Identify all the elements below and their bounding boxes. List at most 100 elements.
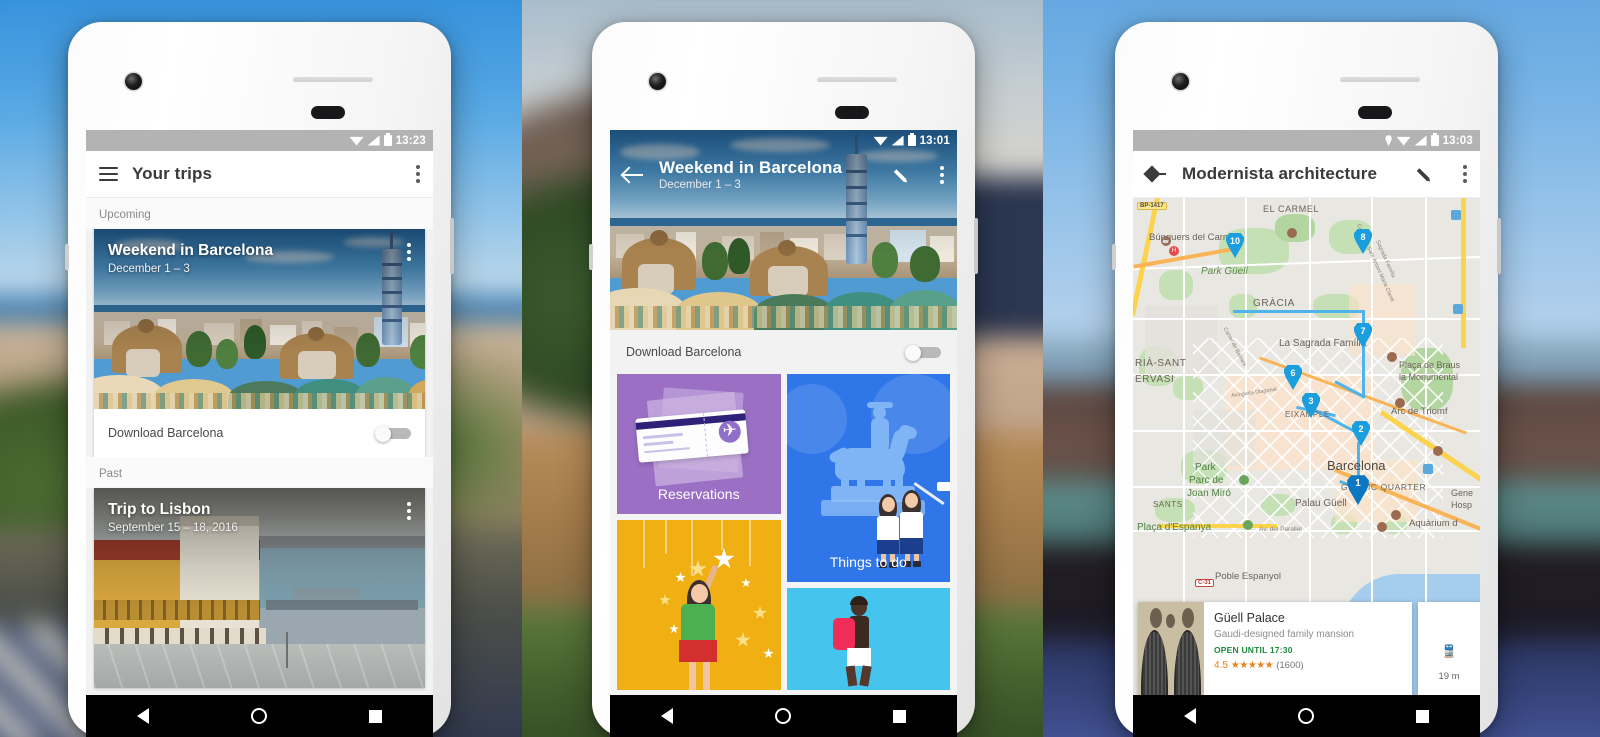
marker-number: 3 — [1308, 395, 1314, 406]
marker-number: 8 — [1360, 231, 1366, 242]
tile-stars[interactable] — [617, 520, 781, 690]
sensor-bar — [311, 106, 345, 119]
map-label: Av. del Parallel — [1259, 526, 1302, 533]
android-nav-bar-1 — [86, 695, 433, 737]
status-time: 13:03 — [1442, 134, 1473, 147]
rating-score: 4.5 — [1214, 660, 1228, 671]
map-label: RIÀ-SANT — [1135, 358, 1187, 369]
nav-back-icon[interactable] — [661, 708, 673, 724]
trip-card-barcelona[interactable]: Weekend in Barcelona December 1 – 3 Down… — [94, 229, 425, 457]
sensor-bar-2 — [835, 106, 869, 119]
phone-2-screen: 13:01 Weekend in Barcelona December 1 – … — [610, 130, 957, 714]
nav-recents-icon[interactable] — [893, 709, 906, 723]
trip-header-image: 13:01 Weekend in Barcelona December 1 – … — [610, 130, 957, 330]
marker-number: 10 — [1229, 235, 1240, 246]
marker-number: 1 — [1355, 478, 1361, 489]
tile-things-to-do[interactable]: Things to do — [786, 374, 950, 582]
phone-1-screen: 13:23 Your trips Upcoming Weekend in Bar… — [86, 130, 433, 714]
download-toggle[interactable] — [905, 344, 941, 361]
arrow-back-icon[interactable] — [1146, 165, 1168, 183]
pencil-icon[interactable] — [1419, 164, 1439, 184]
section-header-past: Past — [86, 457, 433, 488]
page-subtitle: December 1 – 3 — [659, 179, 741, 191]
power-button[interactable] — [450, 218, 454, 274]
volume-button-2[interactable] — [589, 244, 593, 270]
front-camera-icon-3 — [1172, 73, 1189, 90]
road-shield: BP-1417 — [1137, 202, 1167, 210]
trip-more-vert-icon[interactable] — [407, 243, 411, 261]
pencil-icon[interactable] — [896, 165, 916, 185]
status-bar-3: 13:03 — [1133, 130, 1480, 151]
status-time: 13:01 — [919, 134, 950, 147]
nav-recents-icon[interactable] — [1416, 709, 1429, 723]
trip-more-vert-icon-lisbon[interactable] — [407, 502, 411, 520]
wifi-icon — [873, 136, 888, 146]
map-marker[interactable]: 3 — [1301, 392, 1321, 418]
page-title: Weekend in Barcelona — [659, 158, 843, 177]
map-label: Arc de Triomf — [1391, 406, 1448, 417]
trip-card-lisbon[interactable]: Trip to Lisbon September 15 – 18, 2016 — [94, 488, 425, 688]
download-toggle[interactable] — [375, 425, 411, 442]
more-vert-icon[interactable] — [416, 165, 420, 183]
android-nav-bar-3 — [1133, 695, 1480, 737]
android-nav-bar-2 — [610, 695, 957, 737]
nav-home-icon[interactable] — [775, 708, 791, 724]
map-label: GRÀCIA — [1253, 298, 1295, 309]
map-marker[interactable]: 2 — [1351, 420, 1371, 446]
map-marker[interactable]: 6 — [1283, 364, 1303, 390]
volume-button[interactable] — [65, 244, 69, 270]
map-view[interactable]: BP-1417 C-31 ☕ H EL CARMEL Búnquers del … — [1133, 198, 1480, 714]
map-label: Park — [1195, 462, 1216, 473]
nav-home-icon[interactable] — [251, 708, 267, 724]
volume-button-3[interactable] — [1112, 244, 1116, 270]
tile-reservations[interactable]: ✈ Reservations — [617, 374, 781, 514]
place-subtitle: Gaudi-designed family mansion — [1214, 629, 1355, 640]
road-shield-c31: C-31 — [1195, 579, 1215, 587]
page-title: Modernista architecture — [1182, 164, 1378, 183]
hamburger-icon[interactable] — [99, 167, 118, 181]
map-label: Park Güell — [1201, 266, 1248, 277]
tile-label: Reservations — [657, 486, 740, 502]
map-marker[interactable]: 8 — [1353, 228, 1373, 254]
battery-icon — [907, 133, 916, 146]
marker-number: 7 — [1360, 325, 1366, 336]
tile-label: Things to do — [829, 554, 907, 570]
trip-hero-image[interactable]: Weekend in Barcelona December 1 – 3 — [94, 229, 425, 409]
phone-3-screen: 13:03 Modernista architecture BP-1417 C-… — [1133, 130, 1480, 714]
tile-grid: ✈ Reservations Things to do — [610, 374, 957, 690]
airplane-icon: ✈ — [721, 420, 738, 441]
map-marker[interactable]: 10 — [1225, 232, 1245, 258]
arrow-back-icon[interactable] — [623, 166, 645, 184]
download-row[interactable]: Download Barcelona — [610, 330, 957, 374]
place-rating: 4.5 ★★★★★ (1600) — [1214, 660, 1402, 671]
download-label: Download Barcelona — [108, 426, 224, 440]
wifi-icon — [1396, 136, 1411, 146]
signal-icon — [1414, 135, 1427, 146]
phone-device-2: 13:01 Weekend in Barcelona December 1 – … — [589, 22, 978, 737]
map-label: Aquàrium d — [1409, 518, 1458, 529]
more-vert-icon[interactable] — [1463, 165, 1467, 183]
more-vert-icon[interactable] — [940, 165, 944, 184]
nav-recents-icon[interactable] — [369, 709, 382, 723]
app-bar-2: Weekend in Barcelona December 1 – 3 — [610, 151, 957, 198]
page-title: Your trips — [132, 164, 213, 183]
rating-stars: ★★★★★ — [1230, 660, 1274, 671]
rating-count: (1600) — [1276, 660, 1304, 671]
power-button-3[interactable] — [1497, 218, 1501, 274]
wifi-icon — [349, 136, 364, 146]
map-label: Parc de — [1189, 475, 1224, 486]
map-marker[interactable]: 7 — [1353, 322, 1373, 348]
trip-hero-image-lisbon[interactable]: Trip to Lisbon September 15 – 18, 2016 — [94, 488, 425, 688]
trips-list: Upcoming Weekend in Barcelona December 1… — [86, 198, 433, 714]
map-marker-selected[interactable]: 1 — [1346, 474, 1370, 505]
nav-home-icon[interactable] — [1298, 708, 1314, 724]
marker-number: 2 — [1358, 423, 1364, 434]
trip-title: Weekend in Barcelona — [108, 242, 274, 259]
power-button-2[interactable] — [974, 218, 978, 274]
download-row-barcelona[interactable]: Download Barcelona — [94, 409, 425, 457]
nav-back-icon[interactable] — [1184, 708, 1196, 724]
transit-icon: 🚆 — [1441, 644, 1457, 659]
tile-walking[interactable] — [786, 588, 950, 690]
nav-back-icon[interactable] — [137, 708, 149, 724]
map-label: Hosp — [1451, 500, 1473, 510]
